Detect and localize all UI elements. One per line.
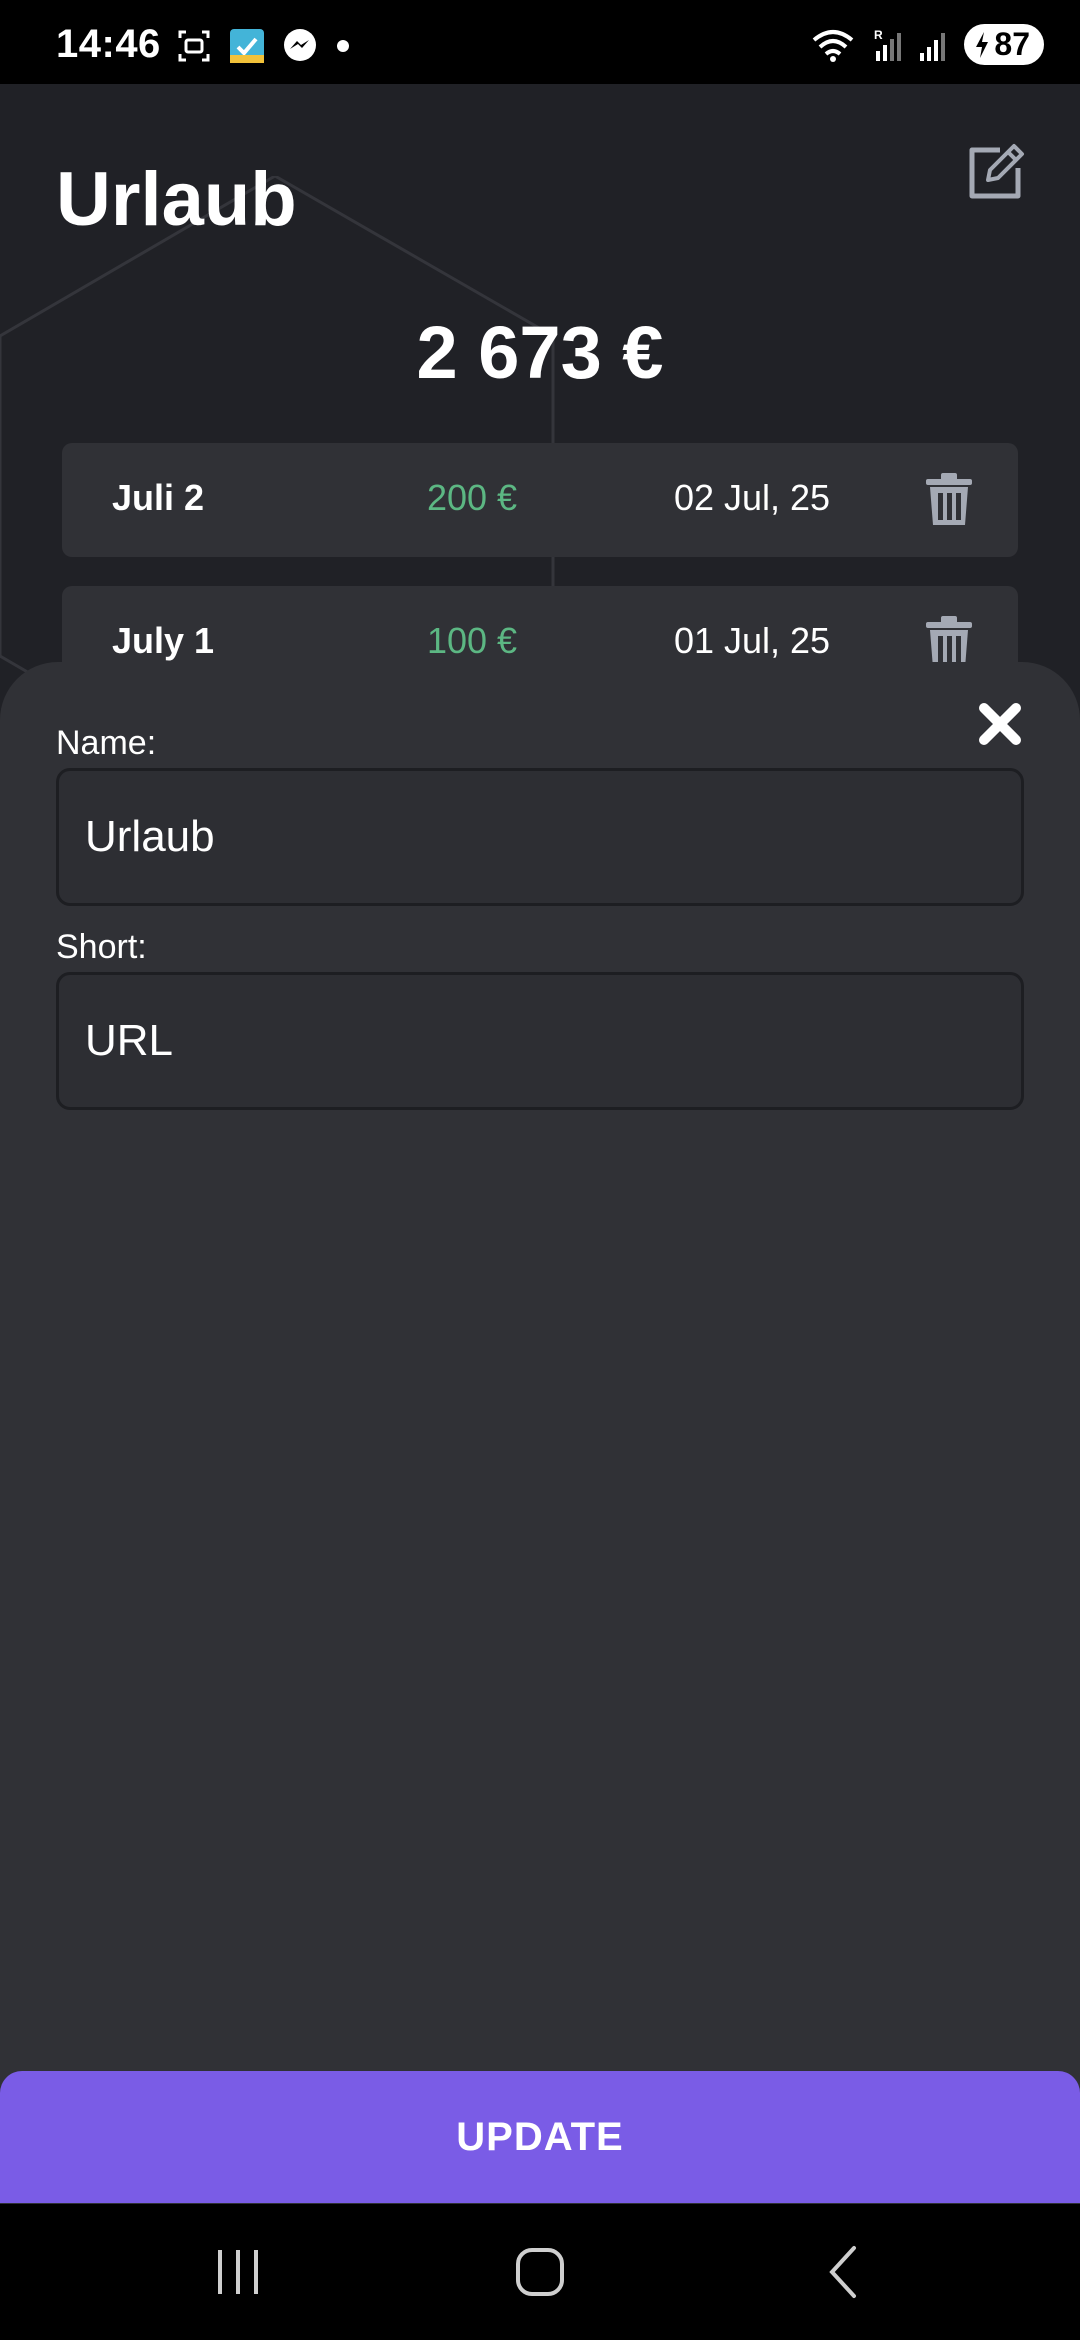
entry-name: July 1: [112, 620, 215, 661]
recent-apps-icon[interactable]: [198, 2242, 278, 2302]
svg-text:R: R: [874, 28, 883, 42]
entry-amount: 100 €: [426, 620, 518, 661]
trash-icon[interactable]: [924, 473, 974, 527]
back-icon[interactable]: [802, 2242, 882, 2302]
notification-icons: [176, 28, 350, 64]
status-time: 14:46: [56, 22, 161, 66]
messenger-icon: [284, 29, 316, 61]
home-icon[interactable]: [500, 2242, 580, 2302]
short-field[interactable]: [56, 972, 1024, 1110]
name-field[interactable]: [56, 768, 1024, 906]
entry-date: 02 Jul, 25: [673, 477, 831, 518]
entry-name: Juli 2: [112, 477, 205, 518]
battery-level: 87: [994, 26, 1030, 62]
wifi-icon: [813, 29, 854, 62]
entry-amount: 200 €: [426, 477, 518, 518]
battery-indicator: 87: [964, 24, 1044, 65]
list-item[interactable]: Juli 2 200 € 02 Jul, 25: [62, 443, 1018, 557]
edit-sheet: Name: Short:: [0, 662, 1080, 2204]
gallery-app-icon: [230, 29, 264, 63]
charging-icon: [976, 31, 989, 58]
navigation-bar: [0, 2204, 1080, 2340]
screenshot-icon: [178, 30, 210, 62]
app-screen: Urlaub 2 673 € Juli 2 200 € 02 Jul, 25 J…: [0, 84, 1080, 2204]
short-label: Short:: [56, 928, 147, 966]
system-icons: R 87: [810, 24, 1044, 65]
page-title: Urlaub: [56, 157, 297, 242]
status-bar: 14:46 R 87: [0, 0, 1080, 84]
dot-icon: [337, 40, 349, 52]
entry-date: 01 Jul, 25: [673, 620, 831, 661]
close-icon[interactable]: [976, 700, 1024, 748]
signal-icon-2: [920, 32, 946, 61]
edit-icon[interactable]: [964, 140, 1028, 204]
total-amount: 2 673 €: [416, 311, 664, 394]
signal-icon-1: R: [874, 28, 902, 61]
name-label: Name:: [56, 724, 157, 762]
update-button[interactable]: UPDATE: [0, 2071, 1080, 2203]
